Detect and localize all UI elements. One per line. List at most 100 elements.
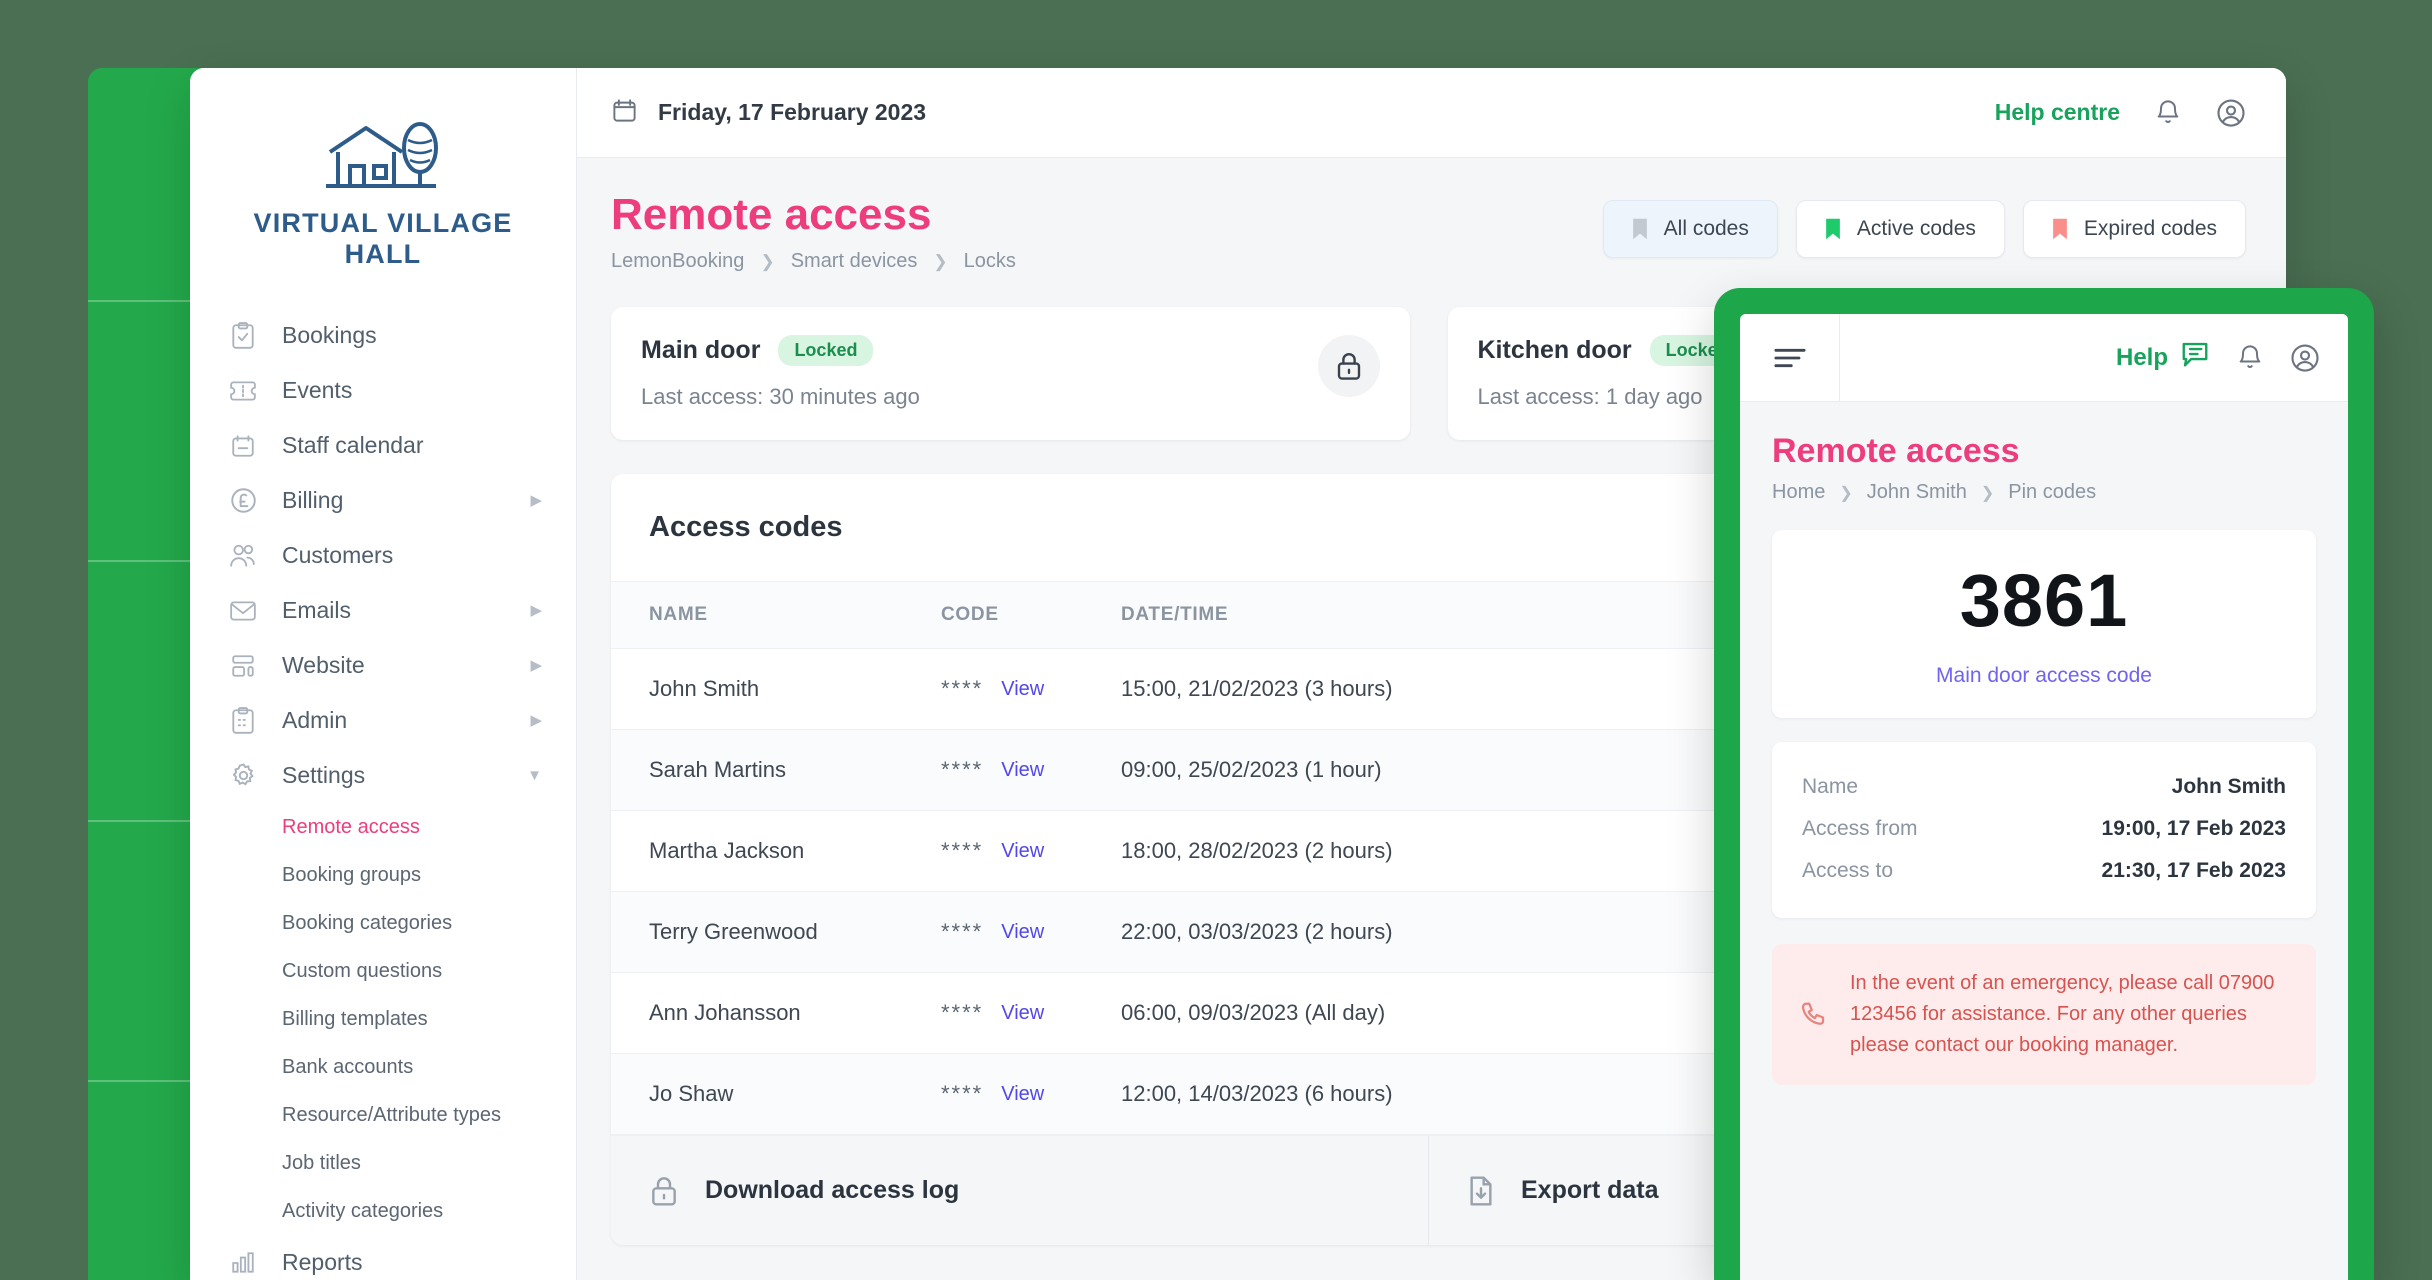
door-info: Main door Locked Last access: 30 minutes… <box>641 335 1318 410</box>
view-code-link[interactable]: View <box>1001 759 1044 782</box>
bell-icon[interactable] <box>2236 344 2264 372</box>
filter-expired-codes[interactable]: Expired codes <box>2023 200 2246 258</box>
chevron-right-icon: ▶ <box>530 493 542 508</box>
sidebar-subitem-resource-attribute-types[interactable]: Resource/Attribute types <box>190 1091 576 1139</box>
bookmark-icon <box>2052 217 2068 241</box>
page-title: Remote access <box>611 192 1016 238</box>
sidebar-item-website[interactable]: Website ▶ <box>190 638 576 693</box>
account-circle-icon[interactable] <box>2216 98 2246 128</box>
filter-label: All codes <box>1664 217 1749 241</box>
cell-name: Ann Johansson <box>611 973 941 1054</box>
sidebar-item-emails[interactable]: Emails ▶ <box>190 583 576 638</box>
sidebar-subitem-billing-templates[interactable]: Billing templates <box>190 995 576 1043</box>
cell-name: Jo Shaw <box>611 1054 941 1135</box>
clipboard-check-icon <box>226 321 260 351</box>
masked-code: **** <box>941 757 983 783</box>
file-download-icon <box>1467 1175 1495 1207</box>
view-code-link[interactable]: View <box>1001 678 1044 701</box>
breadcrumb-item-lemonbooking[interactable]: LemonBooking <box>611 250 744 273</box>
sidebar-subitem-booking-groups[interactable]: Booking groups <box>190 851 576 899</box>
mobile-breadcrumb-item-pin-codes[interactable]: Pin codes <box>2008 481 2096 504</box>
cell-code: **** View <box>941 811 1121 892</box>
help-centre-link[interactable]: Help centre <box>1995 99 2120 126</box>
mobile-screen: Help <box>1740 314 2348 1280</box>
chevron-down-icon: ▼ <box>527 768 542 783</box>
pound-circle-icon <box>226 486 260 516</box>
chevron-right-icon: ▶ <box>530 713 542 728</box>
sidebar-subitem-custom-questions[interactable]: Custom questions <box>190 947 576 995</box>
sidebar-item-label: Customers <box>282 542 393 569</box>
chevron-right-icon: ❯ <box>1981 483 1994 503</box>
sidebar-subitem-booking-categories[interactable]: Booking categories <box>190 899 576 947</box>
sidebar-subitem-bank-accounts[interactable]: Bank accounts <box>190 1043 576 1091</box>
mobile-page-title: Remote access <box>1772 432 2316 471</box>
pin-code-label[interactable]: Main door access code <box>1772 664 2316 688</box>
sidebar-item-reports[interactable]: Reports <box>190 1235 576 1280</box>
bookmark-icon <box>1632 217 1648 241</box>
booking-details-card: Name John Smith Access from 19:00, 17 Fe… <box>1772 742 2316 918</box>
lock-icon <box>649 1175 679 1207</box>
detail-key: Access from <box>1802 817 1918 841</box>
masked-code: **** <box>941 919 983 945</box>
sidebar-subitem-activity-categories[interactable]: Activity categories <box>190 1187 576 1235</box>
status-badge: Locked <box>778 335 873 366</box>
view-code-link[interactable]: View <box>1001 1083 1044 1106</box>
breadcrumb-item-smart-devices[interactable]: Smart devices <box>791 250 918 273</box>
view-code-link[interactable]: View <box>1001 1002 1044 1025</box>
view-code-link[interactable]: View <box>1001 921 1044 944</box>
page-header: Remote access LemonBooking ❯ Smart devic… <box>611 192 2246 273</box>
pin-code-card: 3861 Main door access code <box>1772 530 2316 718</box>
mobile-help-label: Help <box>2116 344 2168 372</box>
topbar-actions: Help centre <box>1995 98 2246 128</box>
sidebar-subitem-label: Job titles <box>282 1152 361 1175</box>
view-code-link[interactable]: View <box>1001 840 1044 863</box>
detail-row-access-to: Access to 21:30, 17 Feb 2023 <box>1802 850 2286 892</box>
account-circle-icon[interactable] <box>2290 343 2320 373</box>
bell-icon[interactable] <box>2154 99 2182 127</box>
sidebar-item-bookings[interactable]: Bookings <box>190 308 576 363</box>
chat-bubble-icon <box>2180 340 2210 375</box>
mobile-breadcrumb-item-john-smith[interactable]: John Smith <box>1867 481 1967 504</box>
mobile-help-link[interactable]: Help <box>2116 340 2210 375</box>
sidebar-subitem-label: Billing templates <box>282 1008 428 1031</box>
sidebar-subitem-label: Resource/Attribute types <box>282 1104 501 1127</box>
brand: VIRTUAL VILLAGE HALL <box>190 90 576 304</box>
users-icon <box>226 541 260 571</box>
sidebar-item-billing[interactable]: Billing ▶ <box>190 473 576 528</box>
masked-code: **** <box>941 1000 983 1026</box>
clipboard-list-icon <box>226 706 260 736</box>
bar-chart-icon <box>226 1248 260 1278</box>
breadcrumb-item-locks[interactable]: Locks <box>964 250 1016 273</box>
pin-code-value: 3861 <box>1772 564 2316 638</box>
sidebar-item-label: Website <box>282 652 365 679</box>
current-date: Friday, 17 February 2023 <box>611 97 926 129</box>
sidebar-item-staff-calendar[interactable]: Staff calendar <box>190 418 576 473</box>
sidebar-subitem-label: Booking categories <box>282 912 452 935</box>
cell-name: John Smith <box>611 649 941 730</box>
sidebar-item-events[interactable]: Events <box>190 363 576 418</box>
sidebar-item-customers[interactable]: Customers <box>190 528 576 583</box>
mobile-breadcrumb-item-home[interactable]: Home <box>1772 481 1825 504</box>
breadcrumb: LemonBooking ❯ Smart devices ❯ Locks <box>611 250 1016 273</box>
hamburger-menu-icon[interactable] <box>1740 314 1840 401</box>
filter-all-codes[interactable]: All codes <box>1603 200 1778 258</box>
detail-value: 21:30, 17 Feb 2023 <box>2102 859 2286 883</box>
download-access-log-button[interactable]: Download access log <box>611 1136 1428 1245</box>
masked-code: **** <box>941 676 983 702</box>
sidebar-item-label: Admin <box>282 707 347 734</box>
current-date-text: Friday, 17 February 2023 <box>658 99 926 126</box>
mobile-topbar-actions: Help <box>2116 340 2320 375</box>
gear-icon <box>226 761 260 791</box>
sidebar-item-settings[interactable]: Settings ▼ <box>190 748 576 803</box>
sidebar-item-admin[interactable]: Admin ▶ <box>190 693 576 748</box>
sidebar-nav: Bookings Events <box>190 304 576 1280</box>
sidebar-subitem-job-titles[interactable]: Job titles <box>190 1139 576 1187</box>
chevron-right-icon: ❯ <box>933 252 947 272</box>
calendar-icon <box>226 431 260 461</box>
filter-active-codes[interactable]: Active codes <box>1796 200 2005 258</box>
filter-label: Active codes <box>1857 217 1976 241</box>
door-name: Kitchen door <box>1478 336 1632 365</box>
detail-value: John Smith <box>2172 775 2286 799</box>
lock-icon[interactable] <box>1318 335 1380 397</box>
sidebar-subitem-remote-access[interactable]: Remote access <box>190 803 576 851</box>
